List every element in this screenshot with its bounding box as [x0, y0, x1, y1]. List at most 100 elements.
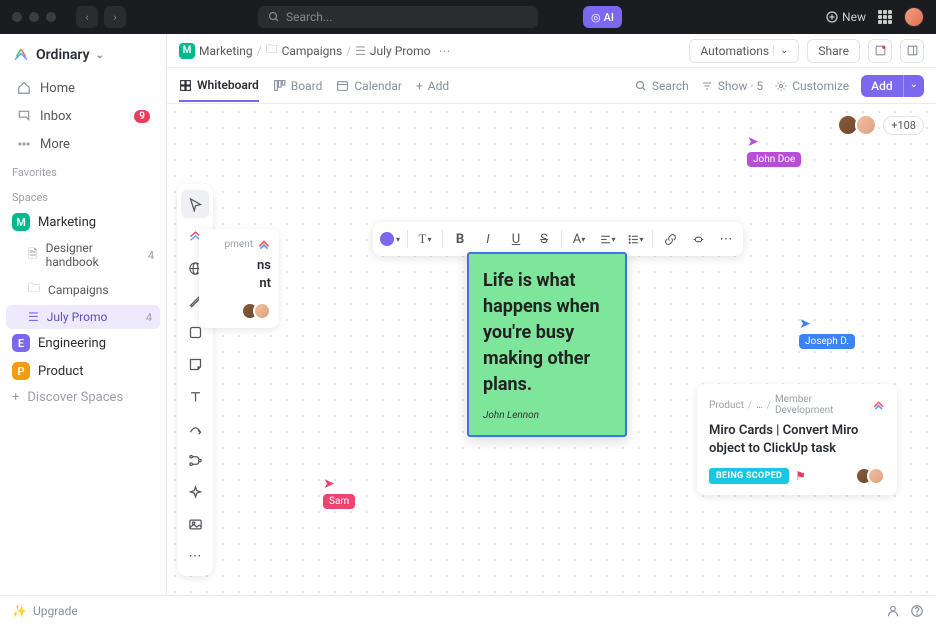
card-crumb[interactable]: Member Development — [775, 394, 868, 416]
user-icon[interactable] — [886, 604, 900, 618]
status-tag[interactable]: BEING SCOPED — [709, 468, 789, 484]
task-card[interactable]: pment ns nt — [199, 229, 279, 328]
sidebar-july-promo[interactable]: ☰ July Promo 4 — [6, 305, 160, 329]
space-label: Product — [38, 364, 83, 379]
add-chevron[interactable]: ⌄ — [903, 75, 924, 97]
nav-forward[interactable]: › — [104, 6, 126, 28]
discover-spaces[interactable]: + Discover Spaces — [0, 385, 166, 410]
new-button[interactable]: New — [826, 10, 866, 24]
more-tool[interactable]: ⋯ — [181, 542, 209, 570]
color-picker[interactable]: ▾ — [377, 226, 403, 252]
folder-icon: 🗀 — [28, 279, 40, 300]
chevron-down-icon: ⌄ — [96, 50, 104, 61]
ai-button[interactable]: ◎ AI — [583, 6, 622, 28]
upgrade-link[interactable]: Upgrade — [33, 604, 78, 618]
strike-button[interactable]: S — [531, 226, 557, 252]
min-dot[interactable] — [29, 12, 39, 22]
campaigns-label: Campaigns — [48, 283, 109, 297]
flow-tool[interactable] — [181, 446, 209, 474]
select-tool[interactable] — [181, 190, 209, 218]
text-color[interactable]: A▾ — [566, 226, 592, 252]
avatar-overflow[interactable]: +108 — [883, 116, 924, 135]
search-label: Search — [652, 79, 689, 93]
view-calendar[interactable]: Calendar — [336, 71, 402, 101]
crumb-space[interactable]: Marketing — [199, 44, 253, 58]
crumb-folder[interactable]: Campaigns — [282, 44, 343, 58]
ai-tool[interactable] — [181, 478, 209, 506]
chevron-down-icon: ▾ — [612, 235, 616, 244]
text-tool[interactable] — [181, 382, 209, 410]
sidebar-more[interactable]: More — [4, 130, 162, 158]
format-toolbar: ▾ T▾ B I U S A▾ ▾ ▾ ⋯ — [373, 222, 743, 256]
workspace-switcher[interactable]: Ordinary ⌄ — [0, 42, 166, 74]
july-label: July Promo — [47, 310, 108, 324]
avatar[interactable] — [855, 114, 877, 136]
spaces-heading: Spaces — [0, 183, 166, 208]
card-crumb[interactable]: Product — [709, 400, 744, 411]
footer: ✨ Upgrade — [0, 595, 936, 625]
task-card[interactable]: Product / … / Member Development Miro Ca… — [697, 384, 897, 495]
cursor-label: Sam — [323, 494, 355, 509]
space-product[interactable]: P Product — [0, 357, 166, 385]
space-badge[interactable]: M — [179, 43, 195, 59]
space-label: Engineering — [38, 336, 106, 351]
ai-label: AI — [604, 11, 614, 24]
more-format[interactable]: ⋯ — [713, 226, 739, 252]
font-size[interactable]: T▾ — [412, 226, 438, 252]
underline-button[interactable]: U — [503, 226, 529, 252]
italic-button[interactable]: I — [475, 226, 501, 252]
sidebar-designer-handbook[interactable]: 🗎 Designer handbook 4 — [0, 236, 166, 274]
connector-tool[interactable] — [181, 414, 209, 442]
link-button[interactable] — [657, 226, 683, 252]
image-tool[interactable] — [181, 510, 209, 538]
more-icon — [16, 136, 32, 152]
more-icon[interactable]: ⋯ — [438, 44, 450, 58]
content: M Marketing / 🗀 Campaigns / ☰ July Promo… — [167, 34, 936, 595]
panel-icon[interactable] — [900, 39, 924, 63]
upgrade-icon: ✨ — [12, 604, 27, 618]
color-swatch-icon — [380, 232, 394, 246]
add-button[interactable]: Add — [861, 75, 902, 97]
align-button[interactable]: ▾ — [594, 226, 620, 252]
activity-icon[interactable] — [868, 39, 892, 63]
sidebar-home[interactable]: Home — [4, 74, 162, 102]
july-count: 4 — [146, 311, 152, 324]
card-crumb[interactable]: … — [756, 400, 763, 411]
sidebar-campaigns[interactable]: 🗀 Campaigns — [0, 274, 166, 305]
designer-label: Designer handbook — [46, 241, 140, 269]
space-marketing[interactable]: M Marketing — [0, 208, 166, 236]
sticky-tool[interactable] — [181, 350, 209, 378]
flag-icon[interactable]: ⚑ — [795, 469, 806, 483]
apps-icon[interactable] — [878, 10, 892, 24]
avatar — [253, 302, 271, 320]
sticky-note[interactable]: Life is what happens when you're busy ma… — [467, 252, 627, 437]
view-board[interactable]: Board — [273, 71, 323, 101]
home-label: Home — [40, 81, 75, 96]
list-button[interactable]: ▾ — [622, 226, 648, 252]
add-view[interactable]: + Add — [416, 71, 449, 101]
calendar-label: Calendar — [354, 79, 402, 93]
bold-button[interactable]: B — [447, 226, 473, 252]
customize-label: Customize — [792, 79, 849, 93]
whiteboard-canvas[interactable]: +108 ⋯ pment — [167, 104, 936, 595]
customize-button[interactable]: Customize — [775, 71, 849, 101]
space-engineering[interactable]: E Engineering — [0, 329, 166, 357]
share-button[interactable]: Share — [807, 39, 860, 63]
workspace-name: Ordinary — [36, 47, 90, 63]
chevron-down-icon: ▾ — [640, 235, 644, 244]
sidebar-inbox[interactable]: Inbox 9 — [4, 102, 162, 130]
max-dot[interactable] — [46, 12, 56, 22]
avatar[interactable] — [867, 467, 885, 485]
global-search[interactable]: Search... — [258, 6, 538, 28]
chevron-down-icon: ⌄ — [773, 45, 788, 56]
search-view[interactable]: Search — [635, 71, 689, 101]
show-filter[interactable]: Show · 5 — [701, 71, 763, 101]
view-whiteboard[interactable]: Whiteboard — [179, 70, 259, 102]
help-icon[interactable] — [910, 604, 924, 618]
unlink-button[interactable] — [685, 226, 711, 252]
close-dot[interactable] — [12, 12, 22, 22]
automations-button[interactable]: Automations ⌄ — [689, 39, 799, 63]
nav-back[interactable]: ‹ — [76, 6, 98, 28]
crumb-page[interactable]: July Promo — [370, 44, 431, 58]
user-avatar[interactable] — [904, 7, 924, 27]
